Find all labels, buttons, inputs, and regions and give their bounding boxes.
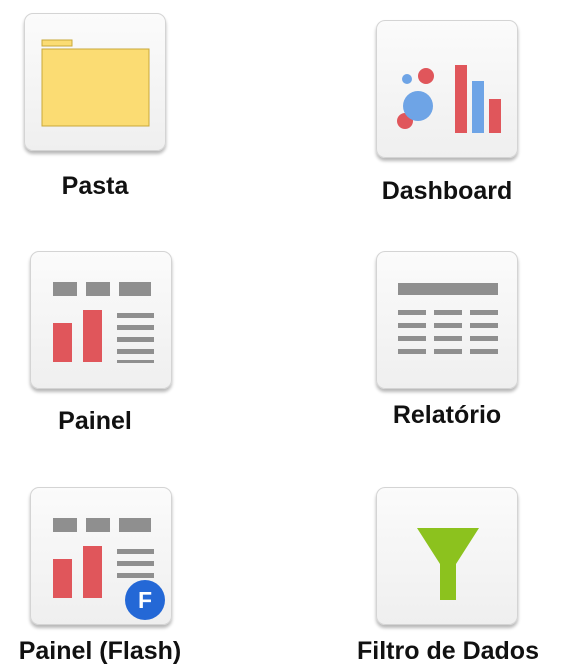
dashboard-tile[interactable] xyxy=(376,20,518,158)
panel-flash-label[interactable]: Painel (Flash) xyxy=(0,637,200,666)
item-grid: Pasta Dashboard Painel Relatório F Paine… xyxy=(0,0,567,672)
panel-tile[interactable] xyxy=(30,251,172,389)
dashboard-icon xyxy=(397,65,501,133)
folder-label[interactable]: Pasta xyxy=(24,172,166,201)
panel-icon xyxy=(53,282,154,363)
report-label[interactable]: Relatório xyxy=(352,401,542,430)
data-filter-label[interactable]: Filtro de Dados xyxy=(335,637,561,666)
dashboard-label[interactable]: Dashboard xyxy=(342,177,552,206)
folder-tile[interactable] xyxy=(24,13,166,151)
data-filter-icon xyxy=(417,528,479,600)
data-filter-tile[interactable] xyxy=(376,487,518,625)
folder-icon xyxy=(41,39,150,127)
panel-label[interactable]: Painel xyxy=(24,407,166,436)
panel-flash-tile[interactable]: F xyxy=(30,487,172,625)
report-tile[interactable] xyxy=(376,251,518,389)
flash-badge: F xyxy=(125,580,165,620)
report-icon xyxy=(398,283,498,354)
flash-badge-letter: F xyxy=(138,587,152,613)
